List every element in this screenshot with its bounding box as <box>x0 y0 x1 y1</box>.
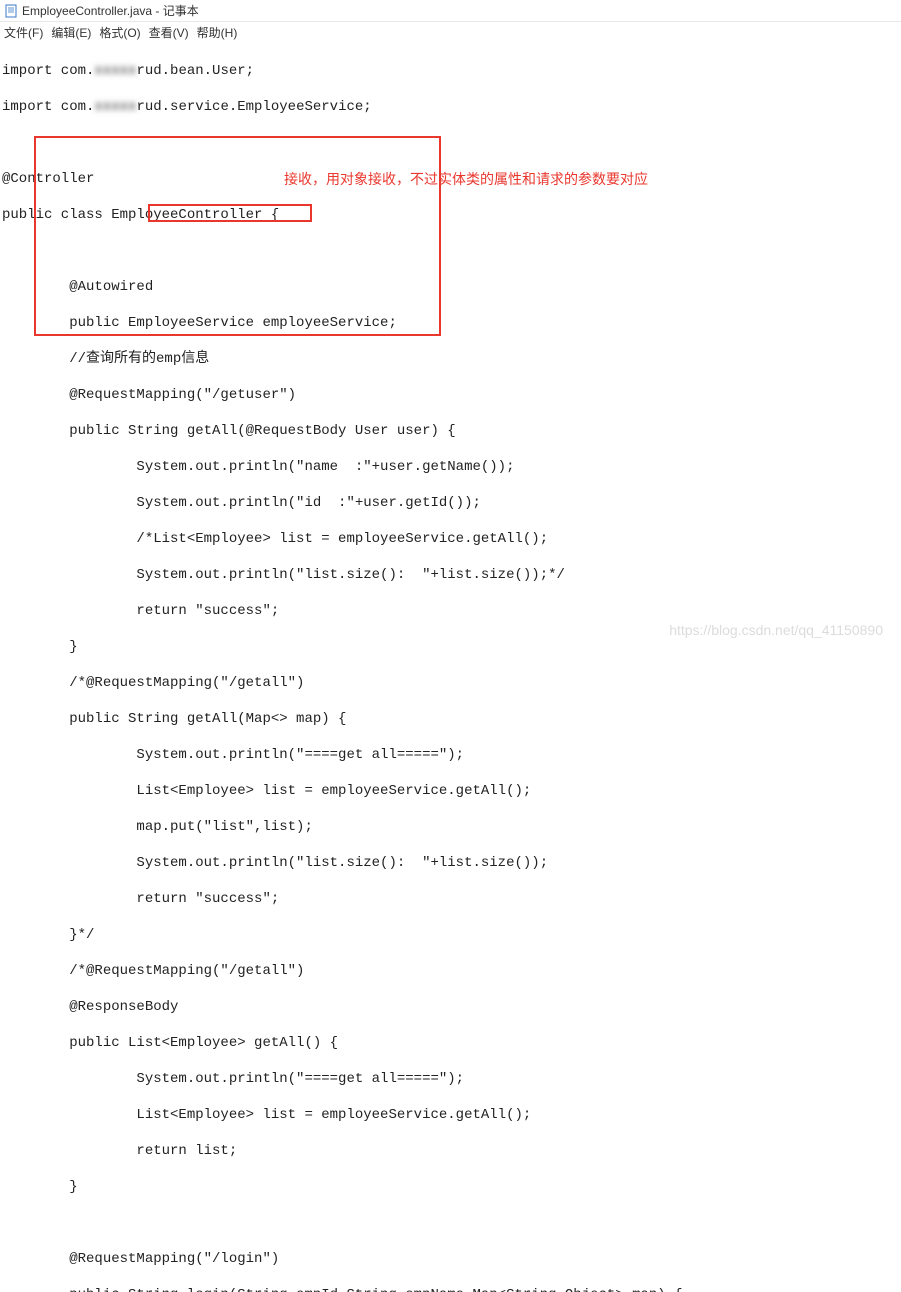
menu-format[interactable]: 格式(O) <box>99 24 140 41</box>
code-line <box>2 134 901 152</box>
code-line: } <box>2 1178 901 1196</box>
annotation-outer-box <box>34 136 441 336</box>
code-line: map.put("list",list); <box>2 818 901 836</box>
code-line: System.out.println("list.size(): "+list.… <box>2 854 901 872</box>
code-line: } <box>2 638 901 656</box>
code-line: @Autowired <box>2 278 901 296</box>
code-line: System.out.println("name :"+user.getName… <box>2 458 901 476</box>
code-line: return list; <box>2 1142 901 1160</box>
code-line: @RequestMapping("/login") <box>2 1250 901 1268</box>
code-line <box>2 242 901 260</box>
code-line: public String getAll(@RequestBody User u… <box>2 422 901 440</box>
window-title: EmployeeController.java - 记事本 <box>22 2 199 19</box>
code-line: System.out.println("====get all====="); <box>2 1070 901 1088</box>
code-line: return "success"; <box>2 602 901 620</box>
code-line <box>2 1214 901 1232</box>
annotation-text: 接收，用对象接收，不过实体类的属性和请求的参数要对应 <box>284 170 648 188</box>
code-line: public List<Employee> getAll() { <box>2 1034 901 1052</box>
code-line: System.out.println("====get all====="); <box>2 746 901 764</box>
code-line: //查询所有的emp信息 <box>2 350 901 368</box>
code-line: @RequestMapping("/getuser") <box>2 386 901 404</box>
notepad-icon <box>4 4 18 18</box>
menu-edit[interactable]: 编辑(E) <box>51 24 91 41</box>
code-line: System.out.println("list.size(): "+list.… <box>2 566 901 584</box>
editor-content[interactable]: import com.xxxxxrud.bean.User; import co… <box>0 42 901 1292</box>
code-line: public class EmployeeController { <box>2 206 901 224</box>
code-line: /*@RequestMapping("/getall") <box>2 674 901 692</box>
code-line: List<Employee> list = employeeService.ge… <box>2 1106 901 1124</box>
code-line: /*List<Employee> list = employeeService.… <box>2 530 901 548</box>
menubar: 文件(F) 编辑(E) 格式(O) 查看(V) 帮助(H) <box>0 22 901 42</box>
blurred-text: xxxxx <box>94 62 136 80</box>
code-line: List<Employee> list = employeeService.ge… <box>2 782 901 800</box>
code-line: public String getAll(Map<> map) { <box>2 710 901 728</box>
code-line: @ResponseBody <box>2 998 901 1016</box>
code-line: return "success"; <box>2 890 901 908</box>
code-line: /*@RequestMapping("/getall") <box>2 962 901 980</box>
code-line: }*/ <box>2 926 901 944</box>
code-line: public String login(String empId,String … <box>2 1286 901 1292</box>
code-line: System.out.println("id :"+user.getId()); <box>2 494 901 512</box>
menu-help[interactable]: 帮助(H) <box>197 24 238 41</box>
menu-view[interactable]: 查看(V) <box>149 24 189 41</box>
code-line: public EmployeeService employeeService; <box>2 314 901 332</box>
menu-file[interactable]: 文件(F) <box>4 24 43 41</box>
blurred-text: xxxxx <box>94 98 136 116</box>
window-titlebar: EmployeeController.java - 记事本 <box>0 0 901 22</box>
